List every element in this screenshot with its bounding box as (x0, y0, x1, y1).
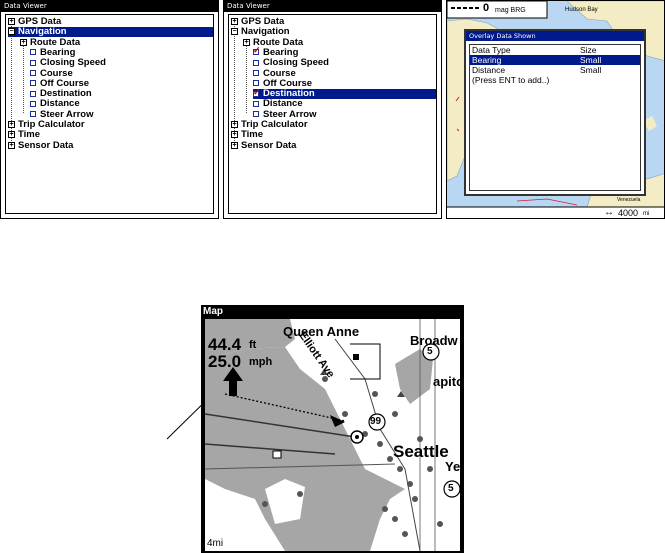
range-arrow-icon: ↔ (604, 207, 614, 218)
checkbox-icon[interactable] (30, 69, 36, 76)
bearing-label: mag BRG (495, 7, 526, 14)
panel-title: Data Viewer (224, 1, 441, 12)
range-unit: mi (643, 211, 650, 217)
checkbox-icon[interactable] (30, 90, 36, 97)
list-header: Data Type Size (470, 45, 640, 55)
list-item[interactable]: Distance Small (470, 65, 640, 75)
tree-view: +GPS Data−Navigation+Route DataBearingCl… (5, 14, 214, 214)
place-label: Hudson Bay (565, 7, 598, 13)
list-item[interactable]: Bearing Small (470, 55, 640, 65)
bearing-value: 0 (483, 2, 490, 14)
chart-map (205, 319, 460, 551)
map-title: Map (203, 306, 223, 317)
checkbox-icon[interactable] (253, 100, 259, 107)
checkbox-icon[interactable] (30, 111, 36, 118)
checkbox-icon[interactable] (253, 87, 261, 97)
tree-item[interactable]: + Sensor Data (8, 139, 74, 151)
place-label: Venezuela (617, 197, 641, 203)
tree-guide (246, 43, 247, 113)
highway-shield-5b: 5 (448, 483, 454, 494)
checkbox-icon[interactable] (30, 80, 36, 87)
place-label-queen-anne: Queen Anne (283, 324, 360, 339)
panel-title: Data Viewer (1, 1, 218, 12)
expand-icon[interactable]: + (8, 141, 15, 149)
overlay-data-dialog: Overlay Data Shown Data Type Size Bearin… (464, 29, 646, 196)
collapse-icon[interactable]: − (231, 28, 238, 36)
data-type-cell: (Press ENT to add..) (472, 75, 550, 85)
data-type-cell: Distance (472, 65, 506, 75)
list-item[interactable]: (Press ENT to add..) (470, 75, 640, 85)
checkbox-icon[interactable] (253, 45, 261, 56)
expand-icon[interactable]: + (231, 120, 238, 128)
dialog-list: Data Type Size Bearing Small Distance Small… (469, 44, 641, 191)
highway-shield-99: 99 (370, 416, 382, 427)
tree-guide (23, 43, 24, 113)
depth-unit: ft (249, 339, 257, 351)
range-value: 4000 (618, 208, 639, 218)
expand-icon[interactable]: + (8, 131, 15, 139)
tree-item-label: Sensor Data (241, 139, 297, 151)
dialog-title: Overlay Data Shown (466, 31, 644, 41)
collapse-icon[interactable]: − (8, 28, 15, 36)
place-label-seattle: Seattle (393, 442, 449, 461)
data-viewer-panel-1: Data Viewer + GPS Data − Navigation + Route D… (0, 0, 219, 219)
expand-icon[interactable]: + (243, 38, 250, 46)
checkbox-icon[interactable] (253, 111, 259, 118)
map-canvas[interactable]: 44.4 ft 25.0 mph Queen Anne Elliott Ave … (205, 319, 460, 551)
tree-view: +GPS Data−Navigation+Route DataBearingCl… (228, 14, 437, 214)
column-header-size: Size (580, 45, 597, 55)
place-label-capitol: apito (433, 374, 460, 389)
map-window: Map 44.4 ft 25.0 mph Queen Anne Elliott … (201, 305, 464, 553)
data-viewer-panel-2: Data Viewer + GPS Data − Navigation + Route D… (223, 0, 442, 219)
highway-shield-5: 5 (427, 346, 433, 357)
expand-icon[interactable]: + (8, 120, 15, 128)
column-header-type: Data Type (472, 45, 511, 55)
expand-icon[interactable]: + (20, 38, 27, 46)
expand-icon[interactable]: + (231, 17, 238, 25)
expand-icon[interactable]: + (8, 17, 15, 25)
expand-icon[interactable]: + (231, 141, 238, 149)
tree-item[interactable]: + Sensor Data (231, 139, 297, 151)
checkbox-icon[interactable] (30, 100, 36, 107)
speed-value: 25.0 (208, 352, 242, 371)
data-type-cell: Bearing (472, 55, 502, 65)
place-label-ye: Ye (445, 459, 460, 474)
checkbox-icon[interactable] (30, 49, 36, 56)
tree-item-label: Sensor Data (18, 139, 74, 151)
size-cell: Small (580, 55, 602, 65)
size-cell: Small (580, 65, 602, 75)
checkbox-icon[interactable] (253, 69, 259, 76)
checkbox-icon[interactable] (30, 59, 36, 66)
overlay-data-panel: 0 mag BRG Hudson Bay Venezuela ↔ 4000 mi… (446, 0, 665, 219)
speed-unit: mph (249, 356, 273, 368)
scale-label: 4mi (207, 538, 224, 549)
place-label-broadway: Broadw (410, 333, 458, 348)
expand-icon[interactable]: + (231, 131, 238, 139)
checkbox-icon[interactable] (253, 80, 259, 87)
checkbox-icon[interactable] (253, 59, 259, 66)
